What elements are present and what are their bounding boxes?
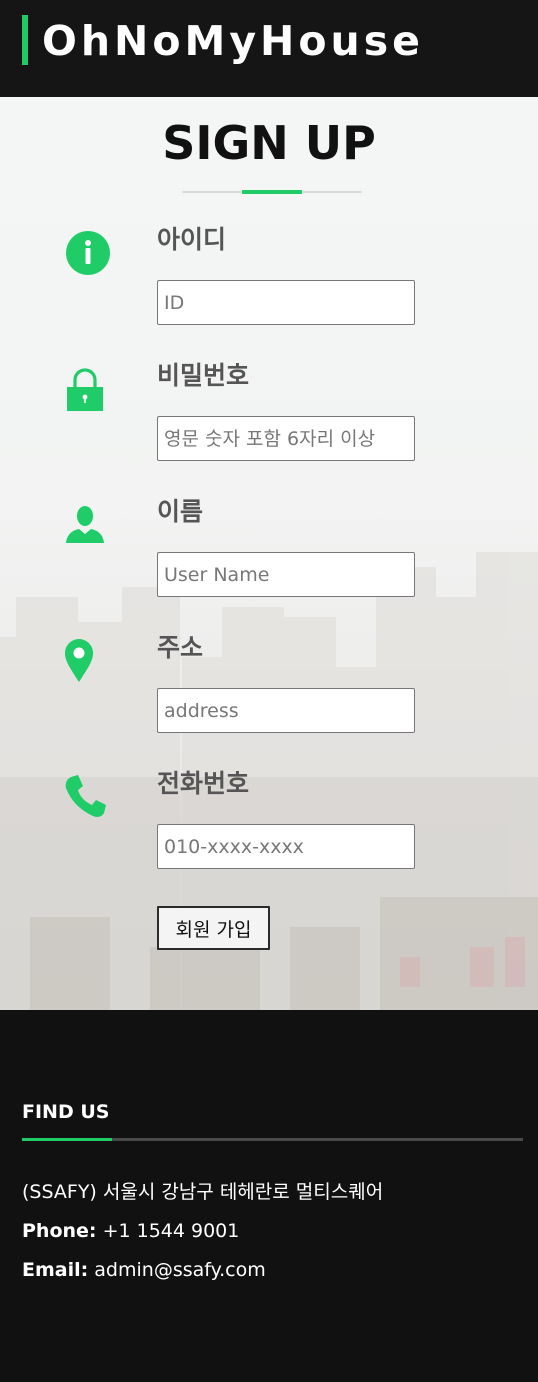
title-divider-accent bbox=[242, 190, 302, 194]
footer-divider-accent bbox=[22, 1138, 112, 1141]
address-input[interactable] bbox=[157, 688, 415, 733]
footer-phone-value: +1 1544 9001 bbox=[102, 1220, 240, 1242]
footer-email-value[interactable]: admin@ssafy.com bbox=[94, 1259, 265, 1281]
page-title: SIGN UP bbox=[162, 116, 376, 170]
phone-input[interactable] bbox=[157, 824, 415, 869]
site-header: OhNoMyHouse bbox=[0, 0, 538, 97]
signup-section: SIGN UP 아이디 비밀번호 이름 주소 전화번호 회원 가입 bbox=[0, 97, 538, 1010]
footer-address: (SSAFY) 서울시 강남구 테헤란로 멀티스퀘어 bbox=[22, 1181, 384, 1203]
phone-icon bbox=[65, 775, 106, 817]
location-pin-icon bbox=[65, 639, 93, 682]
field-label-password: 비밀번호 bbox=[157, 361, 250, 390]
field-label-name: 이름 bbox=[157, 497, 204, 526]
info-icon bbox=[66, 231, 110, 275]
user-icon bbox=[66, 506, 104, 543]
password-input[interactable] bbox=[157, 416, 415, 461]
id-input[interactable] bbox=[157, 280, 415, 325]
brand-logo[interactable]: OhNoMyHouse bbox=[42, 14, 424, 68]
brand-accent-bar bbox=[22, 15, 28, 65]
footer-email-label: Email: bbox=[22, 1259, 89, 1281]
field-label-phone: 전화번호 bbox=[157, 769, 250, 798]
footer-title: FIND US bbox=[22, 1101, 110, 1123]
name-input[interactable] bbox=[157, 552, 415, 597]
field-label-id: 아이디 bbox=[157, 225, 227, 254]
footer-email: Email: admin@ssafy.com bbox=[22, 1257, 266, 1283]
field-label-address: 주소 bbox=[157, 633, 204, 662]
footer-phone: Phone: +1 1544 9001 bbox=[22, 1218, 239, 1244]
site-footer: FIND US (SSAFY) 서울시 강남구 테헤란로 멀티스퀘어 Phone… bbox=[0, 1010, 538, 1382]
footer-phone-label: Phone: bbox=[22, 1220, 97, 1242]
lock-icon bbox=[67, 368, 103, 411]
signup-submit-button[interactable]: 회원 가입 bbox=[157, 906, 270, 950]
